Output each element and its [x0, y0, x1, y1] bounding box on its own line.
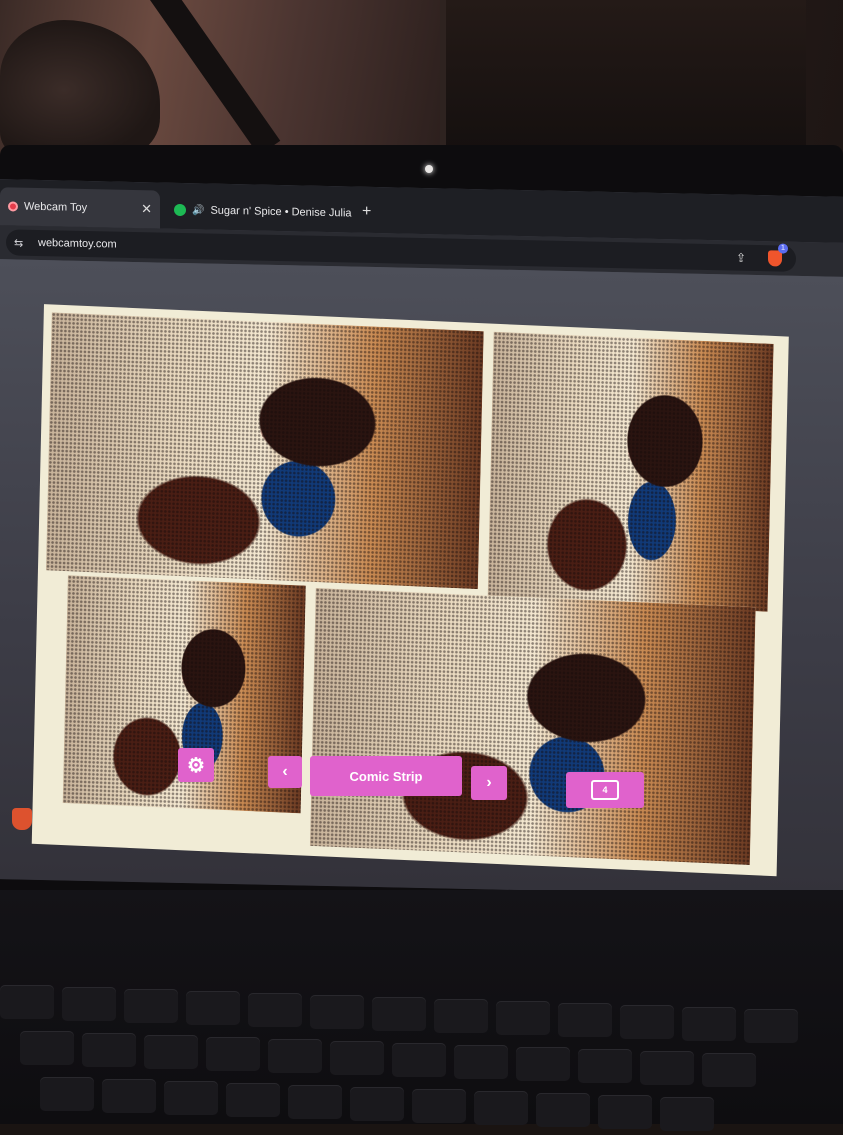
keyboard-key: [536, 1093, 590, 1127]
keyboard-key: [124, 989, 178, 1023]
keyboard-key: [412, 1089, 466, 1123]
keyboard-key: [310, 995, 364, 1029]
keyboard-key: [248, 993, 302, 1027]
keyboard-key: [226, 1083, 280, 1117]
close-tab-icon[interactable]: ✕: [141, 201, 152, 217]
chair-frame: [150, 0, 281, 156]
photo-count: 4: [602, 785, 608, 795]
keyboard-key: [702, 1053, 756, 1087]
webcam-light: [425, 165, 433, 173]
keyboard-key: [744, 1009, 798, 1043]
comic-panel: [45, 312, 484, 590]
site-settings-icon[interactable]: ⇆: [14, 236, 28, 249]
keyboard-key: [682, 1007, 736, 1041]
keyboard-key: [206, 1037, 260, 1071]
tab-spotify[interactable]: 🔊 Sugar n' Spice • Denise Julia: [168, 191, 358, 233]
chevron-left-icon: ‹: [282, 763, 288, 780]
keyboard-key: [640, 1051, 694, 1085]
take-photo-button[interactable]: 4: [566, 772, 644, 808]
camera-icon: 4: [591, 780, 619, 800]
effect-name-button[interactable]: Comic Strip: [310, 756, 462, 796]
keyboard-key: [268, 1039, 322, 1073]
webcam-toy-page: [0, 259, 843, 897]
keyboard-key: [434, 999, 488, 1033]
keyboard-key: [516, 1047, 570, 1081]
chevron-right-icon: ›: [486, 774, 492, 791]
keyboard-key: [62, 987, 116, 1021]
brave-taskbar-icon[interactable]: [12, 808, 32, 830]
new-tab-button[interactable]: +: [362, 203, 371, 221]
keyboard-key: [20, 1031, 74, 1065]
tab-title: Webcam Toy: [24, 200, 88, 214]
keyboard-key: [186, 991, 240, 1025]
tab-webcam-toy[interactable]: Webcam Toy ✕: [0, 187, 160, 229]
url-text: webcamtoy.com: [38, 236, 117, 251]
keyboard-key: [454, 1045, 508, 1079]
keyboard-key: [288, 1085, 342, 1119]
keyboard-key: [102, 1079, 156, 1113]
keyboard-key: [620, 1005, 674, 1039]
shelf: [440, 0, 806, 150]
next-effect-button[interactable]: ›: [471, 766, 507, 800]
keyboard-key: [330, 1041, 384, 1075]
keyboard-key: [496, 1001, 550, 1035]
gear-icon: ⚙: [187, 754, 205, 777]
speaker-icon[interactable]: 🔊: [192, 205, 204, 216]
keyboard-key: [558, 1003, 612, 1037]
keyboard-key: [350, 1087, 404, 1121]
keyboard-key: [164, 1081, 218, 1115]
comic-panel: [487, 331, 774, 612]
shield-count-badge: 1: [778, 243, 788, 254]
share-icon[interactable]: ⇪: [736, 251, 746, 265]
keyboard-key: [474, 1091, 528, 1125]
keyboard-key: [82, 1033, 136, 1067]
settings-button[interactable]: ⚙: [178, 748, 214, 782]
tab-title: Sugar n' Spice • Denise Julia: [210, 204, 352, 220]
comic-panel: [309, 588, 756, 866]
keyboard: [0, 975, 843, 1135]
keyboard-key: [392, 1043, 446, 1077]
keyboard-key: [372, 997, 426, 1031]
keyboard-key: [660, 1097, 714, 1131]
keyboard-key: [144, 1035, 198, 1069]
chair: [0, 20, 160, 160]
keyboard-key: [0, 985, 54, 1019]
keyboard-key: [40, 1077, 94, 1111]
spotify-icon: [174, 203, 186, 217]
keyboard-key: [578, 1049, 632, 1083]
record-icon: [8, 201, 18, 212]
previous-effect-button[interactable]: ‹: [268, 756, 302, 788]
